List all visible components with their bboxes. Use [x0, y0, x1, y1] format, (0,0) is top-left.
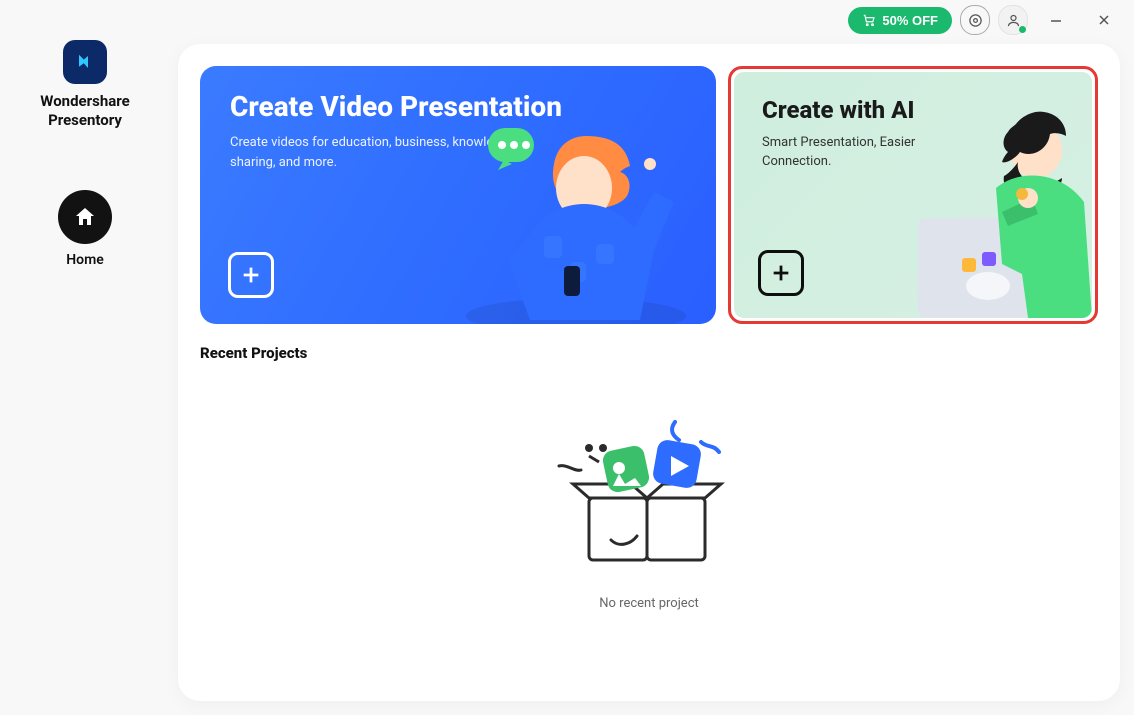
ai-person-illustration-icon: [912, 108, 1092, 318]
main-panel: Create Video Presentation Create videos …: [178, 44, 1120, 701]
brand-name: Wondershare Presentory: [40, 92, 129, 130]
minimize-button[interactable]: [1036, 0, 1076, 40]
home-icon: [73, 205, 97, 229]
offer-button[interactable]: 50% OFF: [848, 7, 952, 34]
app-logo-icon: [63, 40, 107, 84]
person-illustration-icon: [436, 66, 716, 324]
plus-icon: [228, 252, 274, 298]
empty-box-icon: [549, 412, 749, 582]
offer-label: 50% OFF: [882, 13, 938, 28]
sidebar: Wondershare Presentory Home: [0, 0, 170, 715]
sidebar-nav: Home: [58, 190, 112, 268]
user-avatar[interactable]: [998, 5, 1028, 35]
plus-icon: [758, 250, 804, 296]
recent-projects-empty: No recent project: [200, 372, 1098, 611]
nav-home-label: Home: [66, 252, 104, 268]
empty-text: No recent project: [599, 596, 699, 611]
close-button[interactable]: [1084, 0, 1124, 40]
create-ai-highlight: Create with AI Smart Presentation, Easie…: [728, 66, 1098, 324]
create-ai-card[interactable]: Create with AI Smart Presentation, Easie…: [734, 72, 1092, 318]
create-video-card[interactable]: Create Video Presentation Create videos …: [200, 66, 716, 324]
settings-icon[interactable]: [960, 5, 990, 35]
cart-icon: [862, 13, 876, 27]
create-cards: Create Video Presentation Create videos …: [200, 66, 1098, 324]
recent-projects-heading: Recent Projects: [200, 344, 1098, 362]
titlebar: 50% OFF: [0, 0, 1134, 40]
nav-home-button[interactable]: [58, 190, 112, 244]
